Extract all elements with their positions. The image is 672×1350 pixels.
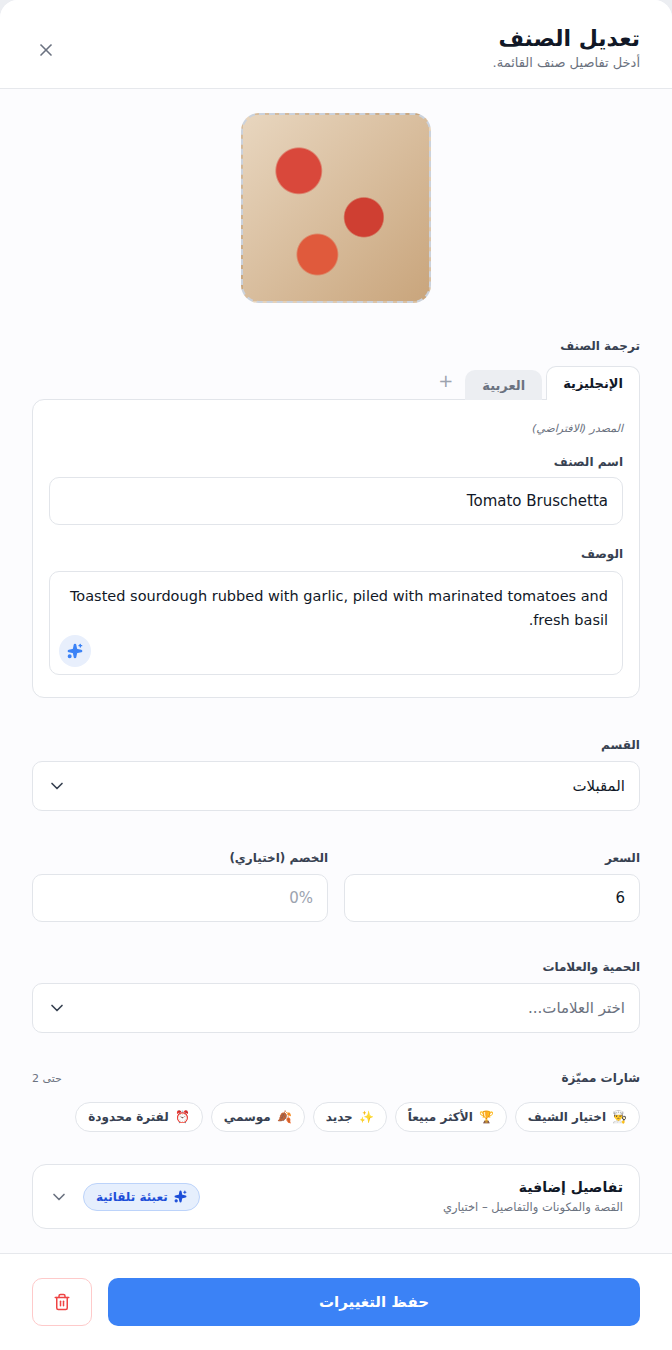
discount-label: الخصم (اختياري) — [32, 851, 328, 865]
autofill-badge[interactable]: تعبئة تلقائية — [83, 1183, 200, 1211]
badges-header: شارات مميّزة حتى 2 — [32, 1071, 640, 1085]
sheet-title: تعديل الصنف — [493, 26, 640, 51]
description-field: Toasted sourdough rubbed with garlic, pi… — [49, 571, 623, 675]
item-photo[interactable] — [241, 113, 431, 303]
badge-icon: 🏆 — [479, 1110, 494, 1124]
category-section: القسم المقبلات — [32, 738, 640, 811]
badge-chip[interactable]: ✨جديد — [313, 1102, 387, 1132]
discount-input[interactable] — [32, 874, 328, 922]
translation-label: ترجمة الصنف — [32, 339, 640, 353]
extra-details-title: تفاصيل إضافية — [443, 1179, 623, 1195]
tags-section: الحمية والعلامات اختر العلامات... — [32, 960, 640, 1033]
extra-details-card[interactable]: تفاصيل إضافية القصة والمكونات والتفاصيل –… — [32, 1164, 640, 1229]
language-tabs: الإنجليزيةالعربية+ — [32, 366, 640, 399]
badge-chip[interactable]: 🏆الأكثر مبيعاً — [395, 1102, 507, 1132]
category-label: القسم — [32, 738, 640, 752]
chevron-down-icon — [47, 998, 67, 1018]
edit-item-sheet: تعديل الصنف أدخل تفاصيل صنف القائمة. ترجمة… — [0, 0, 672, 1350]
sheet-footer: حفظ التغييرات — [0, 1253, 672, 1350]
sparkle-icon — [174, 1190, 187, 1203]
badge-chip[interactable]: 👨‍🍳اختيار الشيف — [515, 1102, 640, 1132]
price-label: السعر — [344, 851, 640, 865]
category-select[interactable]: المقبلات — [32, 761, 640, 811]
price-input[interactable] — [344, 874, 640, 922]
trash-icon — [53, 1293, 71, 1311]
price-field: السعر — [344, 851, 640, 922]
language-tab[interactable]: الإنجليزية — [546, 366, 640, 400]
tags-label: الحمية والعلامات — [32, 960, 640, 974]
description-input[interactable]: Toasted sourdough rubbed with garlic, pi… — [49, 571, 623, 675]
sheet-header: تعديل الصنف أدخل تفاصيل صنف القائمة. — [0, 0, 672, 89]
badges-limit: حتى 2 — [32, 1072, 62, 1085]
discount-field: الخصم (اختياري) — [32, 851, 328, 922]
ai-write-button[interactable] — [59, 635, 91, 667]
add-language-button[interactable]: + — [430, 366, 461, 399]
translation-panel: المصدر (الافتراضي) اسم الصنف الوصف Toasted … — [32, 399, 640, 698]
translation-section: ترجمة الصنفالإنجليزيةالعربية+المصدر (الا… — [32, 339, 640, 698]
badge-chip[interactable]: ⏰لفترة محدودة — [75, 1102, 202, 1132]
close-icon — [36, 40, 56, 60]
name-input[interactable] — [49, 477, 623, 525]
extra-details-text: تفاصيل إضافية القصة والمكونات والتفاصيل –… — [443, 1179, 623, 1214]
extra-details-subtitle: القصة والمكونات والتفاصيل – اختياري — [443, 1200, 623, 1214]
badge-icon: 👨‍🍳 — [612, 1110, 627, 1124]
chevron-down-icon — [49, 1187, 69, 1207]
delete-button[interactable] — [32, 1278, 92, 1326]
name-label: اسم الصنف — [49, 455, 623, 469]
sparkle-icon — [67, 643, 83, 659]
badge-icon: ⏰ — [175, 1110, 190, 1124]
description-label: الوصف — [49, 547, 623, 561]
tags-select[interactable]: اختر العلامات... — [32, 983, 640, 1033]
title-block: تعديل الصنف أدخل تفاصيل صنف القائمة. — [493, 26, 640, 70]
badge-icon: 🍂 — [277, 1110, 292, 1124]
badge-chip[interactable]: 🍂موسمي — [211, 1102, 305, 1132]
save-button[interactable]: حفظ التغييرات — [108, 1278, 640, 1326]
badge-icon: ✨ — [359, 1110, 374, 1124]
chevron-down-icon — [47, 776, 67, 796]
price-row: السعر الخصم (اختياري) — [32, 851, 640, 922]
close-button[interactable] — [32, 36, 60, 64]
badges-label: شارات مميّزة — [562, 1071, 641, 1085]
form-content: ترجمة الصنفالإنجليزيةالعربية+المصدر (الا… — [0, 89, 672, 1253]
source-note: المصدر (الافتراضي) — [49, 422, 623, 435]
extra-details-actions: تعبئة تلقائية — [49, 1183, 200, 1211]
badge-chips: 👨‍🍳اختيار الشيف 🏆الأكثر مبيعاً ✨جديد 🍂موسمي… — [32, 1102, 640, 1132]
sheet-subtitle: أدخل تفاصيل صنف القائمة. — [493, 55, 640, 70]
language-tab[interactable]: العربية — [465, 370, 542, 400]
badges-section: شارات مميّزة حتى 2 👨‍🍳اختيار الشيف 🏆الأكثر … — [32, 1071, 640, 1132]
